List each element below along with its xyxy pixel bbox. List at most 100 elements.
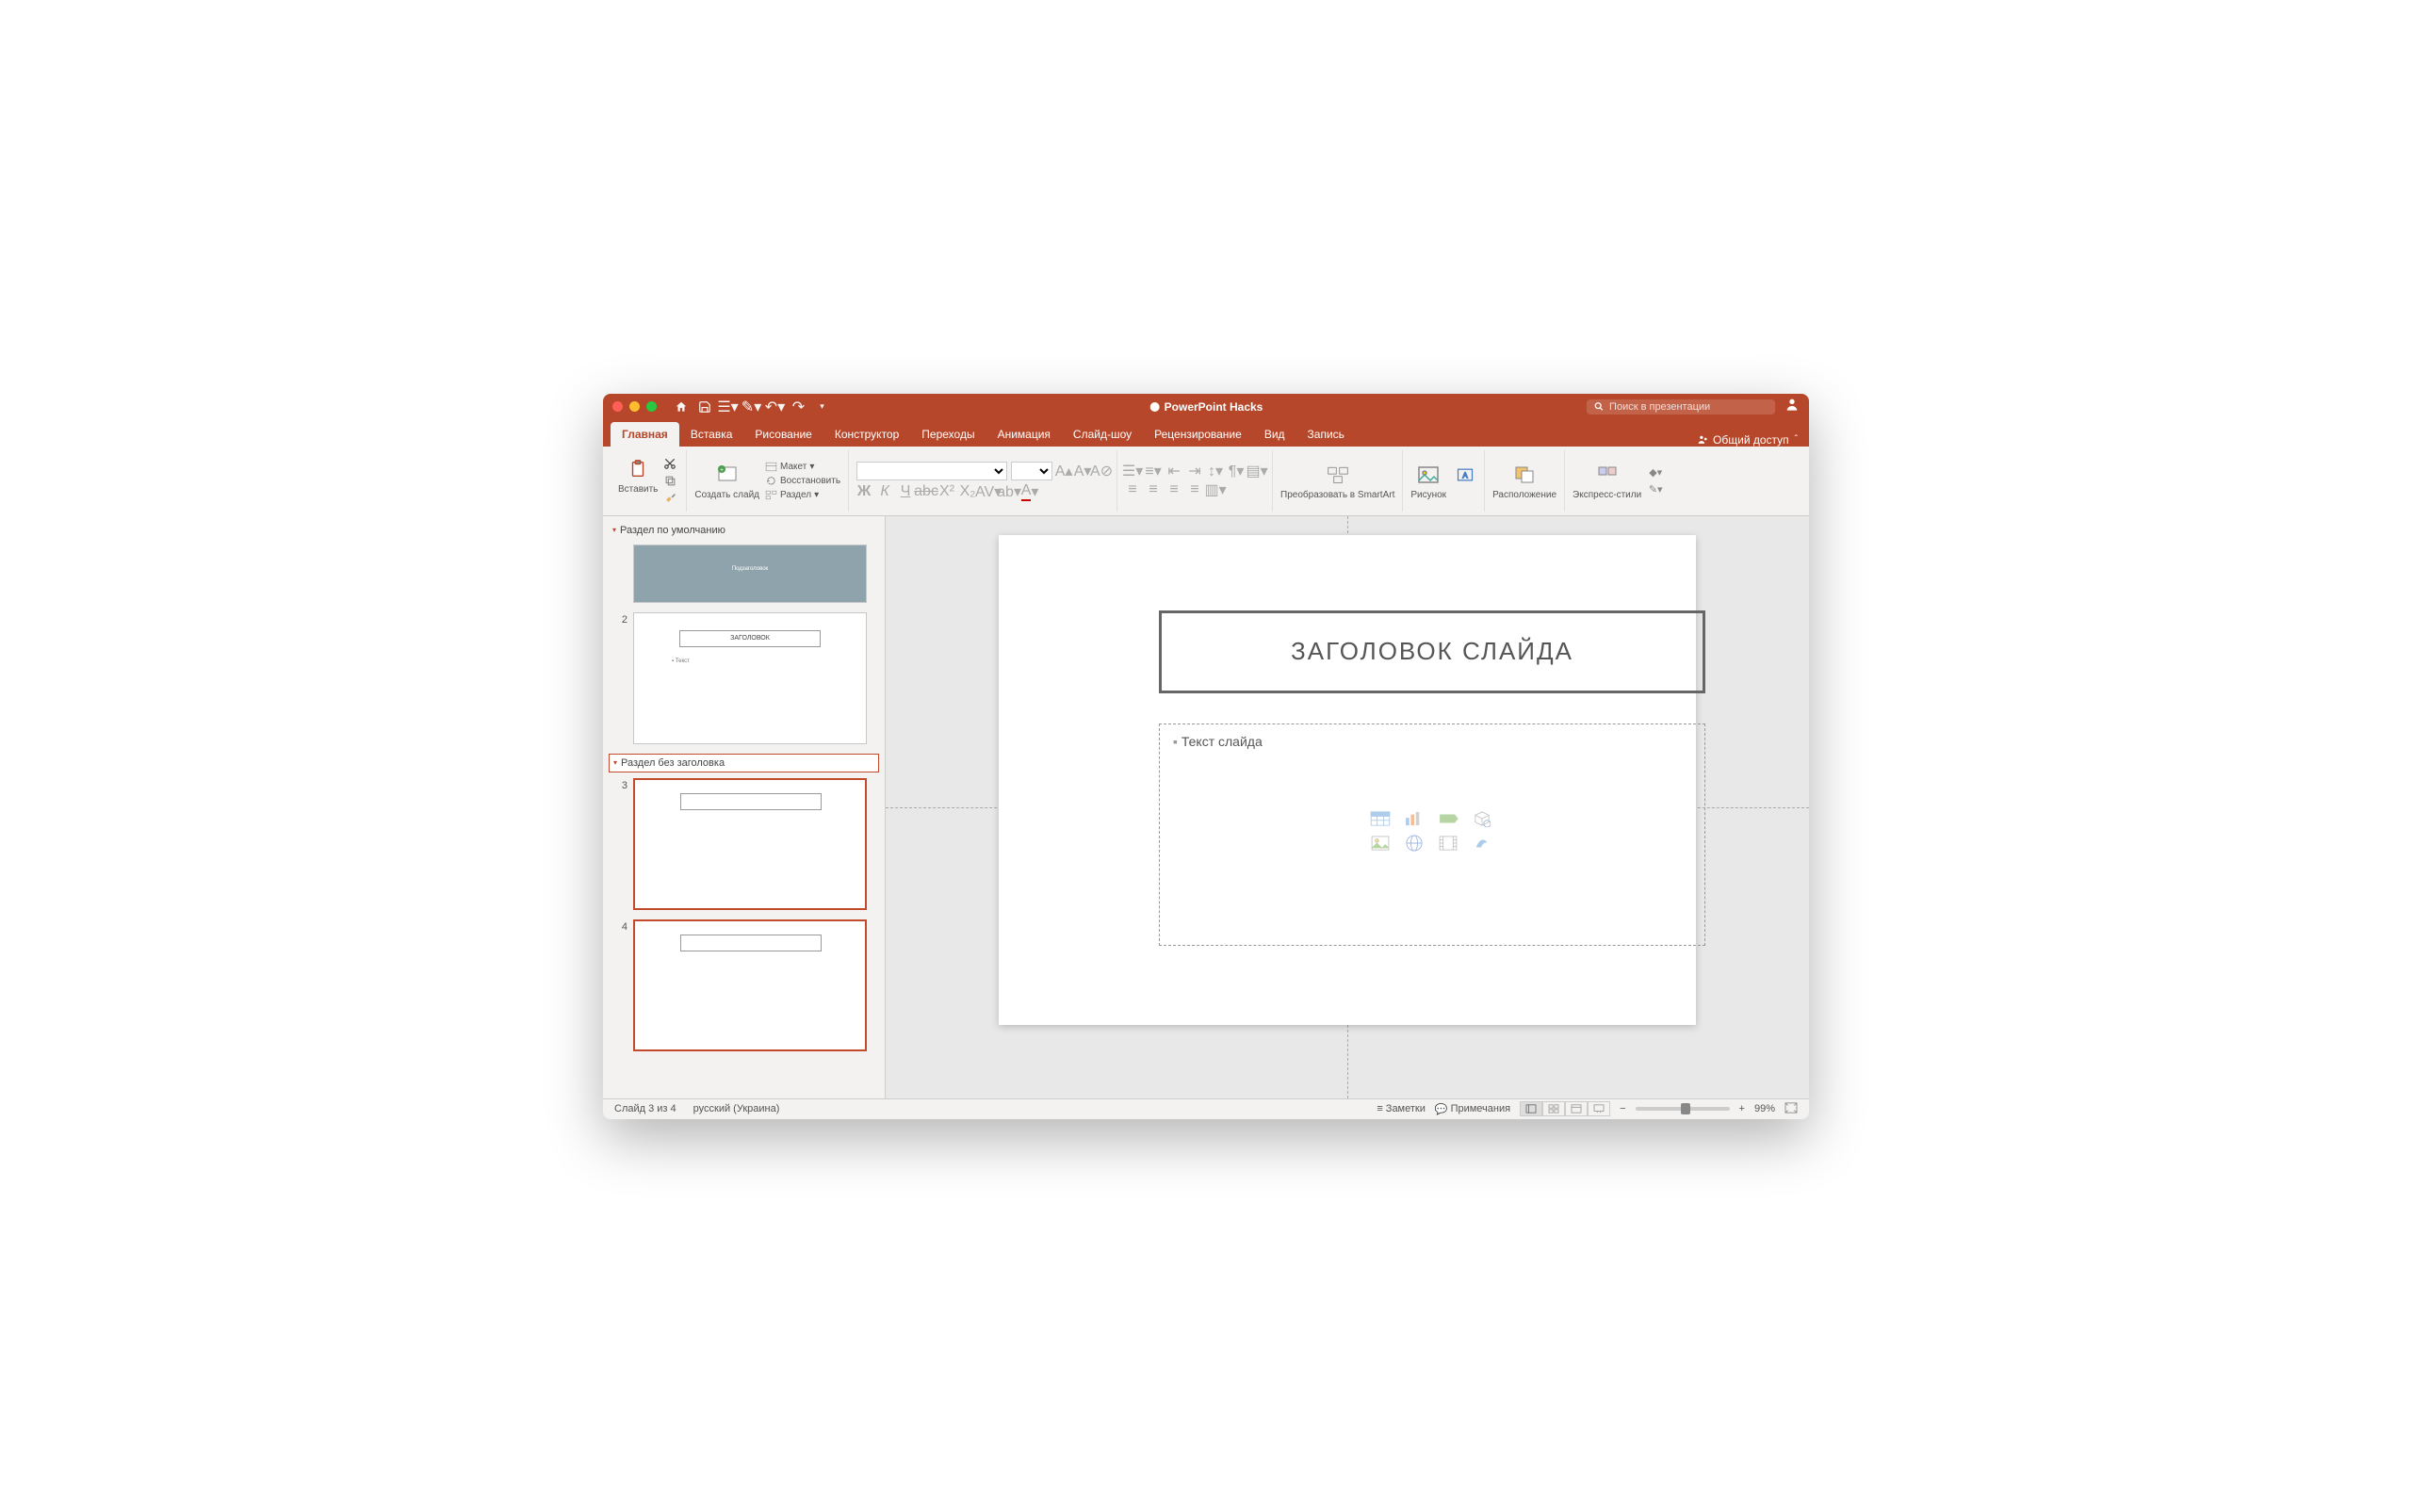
textbox-button[interactable]: A (1454, 462, 1476, 500)
zoom-out-button[interactable]: − (1620, 1103, 1625, 1114)
fit-window-button[interactable] (1785, 1102, 1798, 1116)
maximize-button[interactable] (646, 401, 657, 412)
minimize-button[interactable] (629, 401, 640, 412)
zoom-slider[interactable] (1636, 1107, 1730, 1111)
tab-home[interactable]: Главная (611, 422, 679, 447)
slide-thumb-4[interactable] (633, 919, 867, 1051)
tab-design[interactable]: Конструктор (823, 422, 910, 447)
slide-thumb-3[interactable] (633, 778, 867, 910)
italic-button[interactable]: К (877, 484, 892, 499)
line-spacing-button[interactable]: ↕▾ (1208, 463, 1223, 479)
highlight-button[interactable]: ab▾ (1002, 484, 1017, 499)
zoom-in-button[interactable]: + (1739, 1103, 1745, 1114)
comments-button[interactable]: 💬 Примечания (1435, 1103, 1510, 1115)
new-slide-button[interactable]: + Создать слайд (694, 462, 759, 500)
align-center-button[interactable]: ≡ (1146, 482, 1161, 497)
notes-button[interactable]: ≡ Заметки (1377, 1103, 1426, 1114)
collapse-ribbon-icon[interactable]: ˆ (1795, 434, 1798, 445)
slide-counter[interactable]: Слайд 3 из 4 (614, 1103, 676, 1114)
zoom-level[interactable]: 99% (1754, 1103, 1775, 1114)
tab-view[interactable]: Вид (1253, 422, 1296, 447)
sorter-view-button[interactable] (1542, 1101, 1565, 1116)
thumbnails-pane[interactable]: ▾ Раздел по умолчанию Подзаголовок 2 ЗАГ… (603, 516, 886, 1098)
insert-online-picture-icon[interactable] (1401, 834, 1427, 853)
insert-video-icon[interactable] (1435, 834, 1461, 853)
picture-button[interactable]: Рисунок (1410, 462, 1446, 500)
slide-editor[interactable]: ЗАГОЛОВОК СЛАЙДА Текст слайда (886, 516, 1809, 1098)
tab-record[interactable]: Запись (1296, 422, 1356, 447)
zoom-handle[interactable] (1681, 1103, 1690, 1114)
close-button[interactable] (612, 401, 623, 412)
clear-format-icon[interactable]: A⊘ (1094, 463, 1109, 479)
tab-animation[interactable]: Анимация (986, 422, 1062, 447)
increase-indent-button[interactable]: ⇥ (1187, 463, 1202, 479)
slideshow-view-button[interactable] (1588, 1101, 1610, 1116)
char-spacing-button[interactable]: AV▾ (981, 484, 996, 499)
slide-thumb-2[interactable]: ЗАГОЛОВОК ▪ Текст (633, 612, 867, 744)
copy-button[interactable] (661, 473, 678, 488)
search-box[interactable] (1587, 399, 1775, 415)
account-icon[interactable] (1785, 397, 1800, 416)
share-button[interactable]: Общий доступ (1697, 433, 1789, 447)
reset-button[interactable]: Восстановить (765, 476, 840, 486)
shape-fill-button[interactable]: ◆▾ (1647, 464, 1664, 480)
insert-chart-icon[interactable] (1401, 809, 1427, 828)
section-default[interactable]: ▾ Раздел по умолчанию (609, 522, 879, 539)
format-painter-button[interactable] (661, 490, 678, 505)
align-right-button[interactable]: ≡ (1166, 482, 1182, 497)
search-input[interactable] (1609, 401, 1768, 413)
qat-customize-icon[interactable]: ▾ (815, 399, 829, 414)
underline-button[interactable]: Ч (898, 484, 913, 499)
align-text-button[interactable]: ▤▾ (1249, 463, 1264, 479)
quick-styles-button[interactable]: Экспресс-стили (1573, 462, 1641, 500)
strikethrough-button[interactable]: abc (919, 484, 934, 499)
touch-mode-icon[interactable]: ✎▾ (744, 399, 758, 414)
decrease-font-icon[interactable]: A▾ (1075, 463, 1090, 479)
bullets-button[interactable]: ☰▾ (1125, 463, 1140, 479)
normal-view-button[interactable] (1520, 1101, 1542, 1116)
shape-outline-button[interactable]: ✎▾ (1647, 481, 1664, 496)
paste-button[interactable]: Вставить (618, 456, 658, 505)
increase-font-icon[interactable]: A▴ (1056, 463, 1071, 479)
insert-3d-icon[interactable] (1469, 809, 1495, 828)
arrange-button[interactable]: Расположение (1492, 462, 1556, 500)
insert-picture-icon[interactable] (1367, 834, 1393, 853)
bold-button[interactable]: Ж (856, 484, 872, 499)
section-untitled[interactable]: ▾ Раздел без заголовка (609, 754, 879, 772)
undo-icon[interactable]: ↶▾ (768, 399, 782, 414)
redo-icon[interactable]: ↷ (791, 399, 806, 414)
cut-button[interactable] (661, 456, 678, 471)
insert-icon-icon[interactable] (1469, 834, 1495, 853)
font-family-select[interactable] (856, 462, 1007, 480)
subscript-button[interactable]: X₂ (960, 484, 975, 499)
section-button[interactable]: Раздел ▾ (765, 490, 840, 500)
slide-body-placeholder[interactable]: Текст слайда (1159, 723, 1705, 946)
reading-view-button[interactable] (1565, 1101, 1588, 1116)
decrease-indent-button[interactable]: ⇤ (1166, 463, 1182, 479)
numbering-button[interactable]: ≡▾ (1146, 463, 1161, 479)
justify-button[interactable]: ≡ (1187, 482, 1202, 497)
slide-canvas[interactable]: ЗАГОЛОВОК СЛАЙДА Текст слайда (999, 535, 1696, 1025)
font-size-select[interactable] (1011, 462, 1052, 480)
copy-icon (664, 475, 676, 487)
font-color-button[interactable]: A▾ (1022, 484, 1037, 499)
home-icon[interactable] (674, 399, 688, 414)
bullets-dropdown-icon[interactable]: ☰▾ (721, 399, 735, 414)
convert-smartart-button[interactable]: Преобразовать в SmartArt (1280, 462, 1394, 500)
insert-smartart-icon[interactable] (1435, 809, 1461, 828)
tab-transitions[interactable]: Переходы (910, 422, 986, 447)
align-left-button[interactable]: ≡ (1125, 482, 1140, 497)
language-indicator[interactable]: русский (Украина) (693, 1103, 780, 1114)
superscript-button[interactable]: X² (939, 484, 954, 499)
insert-table-icon[interactable] (1367, 809, 1393, 828)
slide-title-placeholder[interactable]: ЗАГОЛОВОК СЛАЙДА (1159, 610, 1705, 693)
tab-draw[interactable]: Рисование (743, 422, 823, 447)
layout-button[interactable]: Макет ▾ (765, 462, 840, 472)
columns-button[interactable]: ▥▾ (1208, 482, 1223, 497)
save-icon[interactable] (697, 399, 711, 414)
tab-review[interactable]: Рецензирование (1143, 422, 1253, 447)
tab-insert[interactable]: Вставка (679, 422, 744, 447)
slide-thumb-1[interactable]: Подзаголовок (633, 545, 867, 603)
text-direction-button[interactable]: ¶▾ (1229, 463, 1244, 479)
tab-slideshow[interactable]: Слайд-шоу (1062, 422, 1143, 447)
